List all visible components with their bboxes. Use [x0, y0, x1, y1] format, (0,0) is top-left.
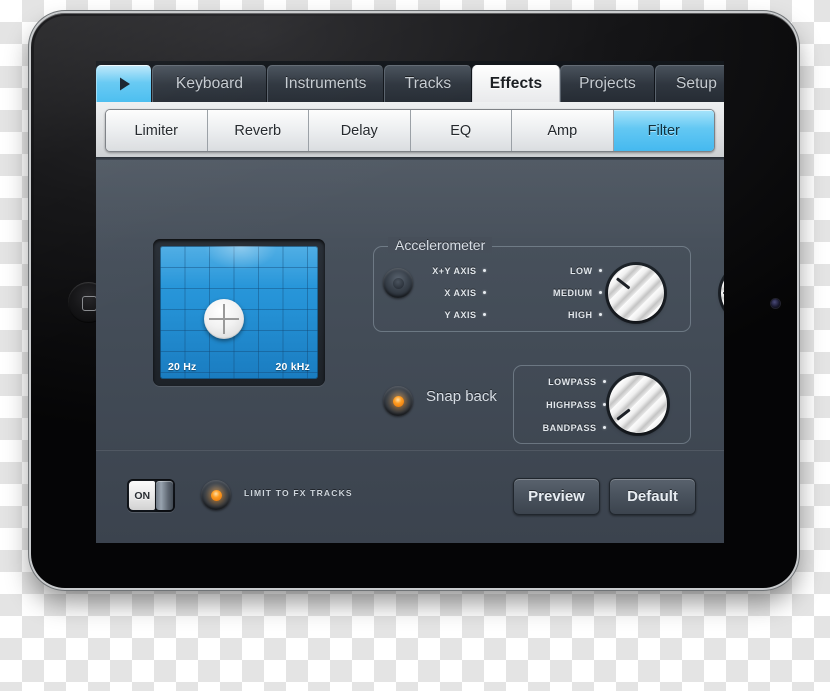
- effect-tab-filter[interactable]: Filter: [614, 110, 715, 151]
- xy-pad-frame: 20 Hz 20 kHz: [153, 239, 325, 386]
- filter-type-group: LOWPASS HIGHPASS BANDPASS: [513, 365, 691, 444]
- effect-tab-limiter[interactable]: Limiter: [106, 110, 208, 151]
- accelerometer-group: Accelerometer X+Y AXIS X AXIS Y AXIS: [373, 246, 691, 332]
- filter-option-bandpass[interactable]: BANDPASS: [512, 420, 606, 435]
- effect-tab-eq[interactable]: EQ: [411, 110, 513, 151]
- filter-xy-pad[interactable]: 20 Hz 20 kHz: [160, 246, 318, 379]
- sensitivity-knob-labels: LOW MEDIUM HIGH: [496, 263, 602, 329]
- xy-pad-min-freq-label: 20 Hz: [168, 361, 196, 373]
- snap-back-label: Snap back: [426, 388, 497, 405]
- sensitivity-option-high[interactable]: HIGH: [496, 307, 602, 322]
- filter-type-knob[interactable]: [609, 375, 667, 433]
- filter-type-knob-pointer: [616, 408, 630, 420]
- xy-pad-max-freq-label: 20 kHz: [276, 361, 310, 373]
- filter-option-lowpass-text: LOWPASS: [548, 377, 596, 387]
- home-square-icon: [82, 296, 97, 311]
- axis-option-y[interactable]: Y AXIS: [386, 307, 486, 322]
- sensitivity-option-high-text: HIGH: [568, 310, 593, 320]
- snap-back-led[interactable]: [383, 386, 413, 416]
- xy-pad-glare: [204, 246, 277, 270]
- filter-type-labels: LOWPASS HIGHPASS BANDPASS: [512, 374, 606, 443]
- filter-option-lowpass-dot: [603, 380, 607, 384]
- sensitivity-option-medium-dot: [599, 291, 603, 295]
- tab-effects[interactable]: Effects: [472, 65, 560, 102]
- effect-tab-reverb[interactable]: Reverb: [208, 110, 310, 151]
- axis-option-xy-text: X+Y AXIS: [432, 266, 476, 276]
- tab-projects[interactable]: Projects: [560, 65, 655, 102]
- bottom-control-bar: ON LIMIT TO FX TRACKS Preview Default: [96, 449, 724, 543]
- filter-option-bandpass-dot: [603, 426, 607, 430]
- sensitivity-knob[interactable]: [608, 265, 664, 321]
- effect-tab-bar: Limiter Reverb Delay EQ Amp Filter: [96, 102, 724, 157]
- sensitivity-option-low[interactable]: LOW: [496, 263, 602, 278]
- sensitivity-option-medium[interactable]: MEDIUM: [496, 285, 602, 300]
- limit-to-fx-tracks-label: LIMIT TO FX TRACKS: [244, 488, 353, 498]
- tab-keyboard[interactable]: Keyboard: [152, 65, 267, 102]
- tab-tracks[interactable]: Tracks: [384, 65, 472, 102]
- main-tab-bar: Keyboard Instruments Tracks Effects Proj…: [96, 61, 724, 102]
- effect-power-toggle-handle[interactable]: [156, 481, 173, 510]
- snap-back-led-bulb: [393, 396, 404, 407]
- axis-knob-pointer: [723, 292, 724, 295]
- axis-option-y-dot: [483, 313, 487, 317]
- limit-to-fx-tracks-led[interactable]: [201, 480, 231, 510]
- filter-option-highpass[interactable]: HIGHPASS: [512, 397, 606, 412]
- filter-option-bandpass-text: BANDPASS: [543, 423, 597, 433]
- stage: Keyboard Instruments Tracks Effects Proj…: [0, 0, 830, 691]
- filter-option-lowpass[interactable]: LOWPASS: [512, 374, 606, 389]
- axis-option-x[interactable]: X AXIS: [386, 285, 486, 300]
- front-camera-icon: [771, 299, 780, 308]
- sensitivity-option-high-dot: [599, 313, 603, 317]
- sensitivity-knob-pointer: [616, 277, 630, 289]
- axis-option-y-text: Y AXIS: [444, 310, 476, 320]
- preview-button[interactable]: Preview: [513, 478, 600, 515]
- default-button[interactable]: Default: [609, 478, 696, 515]
- axis-option-xy-dot: [483, 269, 487, 273]
- xy-pad-puck[interactable]: [204, 299, 244, 339]
- axis-knob[interactable]: [721, 265, 724, 321]
- effect-tab-delay[interactable]: Delay: [309, 110, 411, 151]
- axis-knob-labels: X+Y AXIS X AXIS Y AXIS: [386, 263, 486, 329]
- accelerometer-group-title: Accelerometer: [388, 237, 492, 253]
- effect-tab-amp[interactable]: Amp: [512, 110, 614, 151]
- filter-option-highpass-dot: [603, 403, 607, 407]
- axis-option-xy[interactable]: X+Y AXIS: [386, 263, 486, 278]
- tab-instruments[interactable]: Instruments: [267, 65, 384, 102]
- filter-panel: 20 Hz 20 kHz Accelerometer X+Y AXIS: [96, 157, 724, 543]
- sensitivity-option-low-text: LOW: [570, 266, 593, 276]
- limit-to-fx-tracks-led-bulb: [211, 490, 222, 501]
- effect-power-toggle-label: ON: [129, 481, 155, 510]
- effect-power-toggle[interactable]: ON: [127, 479, 175, 512]
- filter-option-highpass-text: HIGHPASS: [546, 400, 596, 410]
- axis-option-x-text: X AXIS: [444, 288, 476, 298]
- tablet-device: Keyboard Instruments Tracks Effects Proj…: [31, 13, 797, 588]
- sensitivity-option-low-dot: [599, 269, 603, 273]
- app-screen: Keyboard Instruments Tracks Effects Proj…: [96, 61, 724, 543]
- play-button[interactable]: [96, 65, 152, 102]
- tab-setup[interactable]: Setup: [655, 65, 724, 102]
- axis-option-x-dot: [483, 291, 487, 295]
- effect-segmented-control: Limiter Reverb Delay EQ Amp Filter: [105, 109, 715, 152]
- sensitivity-option-medium-text: MEDIUM: [553, 288, 593, 298]
